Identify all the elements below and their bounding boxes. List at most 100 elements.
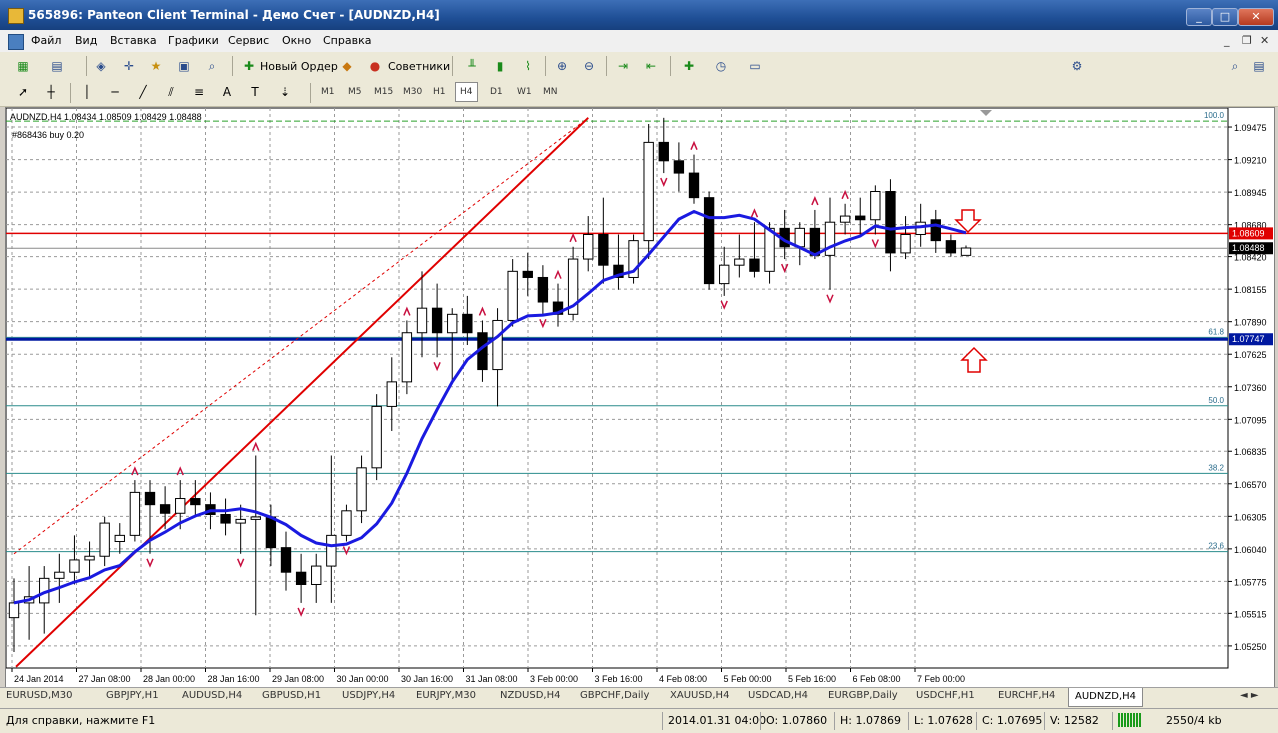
tf-m30[interactable]: M30 <box>399 83 426 101</box>
candle-body <box>326 534 337 567</box>
bar-chart-icon[interactable]: ╨ <box>463 57 481 75</box>
new-chart-icon[interactable]: ▦ <box>14 57 32 75</box>
profiles-icon[interactable]: ▤ <box>48 57 66 75</box>
mdi-minimize-icon[interactable]: _ <box>1224 34 1230 47</box>
menu-insert[interactable]: Вставка <box>110 34 157 47</box>
terminal-icon[interactable]: ▣ <box>175 57 193 75</box>
fibonacci-icon[interactable]: ≡ <box>190 83 208 101</box>
vertical-line-icon[interactable]: │ <box>78 83 96 101</box>
search-icon[interactable]: ⌕ <box>1226 57 1244 75</box>
close-button[interactable]: ✕ <box>1238 8 1274 26</box>
templates-icon[interactable]: ▭ <box>746 57 764 75</box>
chart-tab-eurgbp-daily[interactable]: EURGBP,Daily <box>828 690 898 701</box>
minimize-button[interactable]: _ <box>1186 8 1212 26</box>
tab-scroll-arrows-icon[interactable]: ◄ ► <box>1240 690 1259 701</box>
market-watch-icon[interactable]: ◈ <box>92 57 110 75</box>
drawing-toolbar: ➚ ┼ │ ─ ╱ ⫽ ≡ A T ⇣ M1 M5 M15 M30 H1 H4 … <box>0 80 1278 107</box>
data-window-icon[interactable]: ✛ <box>120 57 138 75</box>
status-bar: Для справки, нажмите F1 2014.01.31 04:00… <box>0 708 1278 733</box>
app-icon <box>8 8 24 24</box>
x-tick-label: 30 Jan 00:00 <box>337 674 389 684</box>
indicators-icon[interactable]: ✚ <box>680 57 698 75</box>
tf-h4[interactable]: H4 <box>455 82 478 102</box>
chart-tab-gbpjpy-h1[interactable]: GBPJPY,H1 <box>106 690 159 701</box>
candlestick-icon[interactable]: ▮ <box>491 57 509 75</box>
equidistant-channel-icon[interactable]: ⫽ <box>162 83 180 101</box>
chart-tab-eurusd-m30[interactable]: EURUSD,M30 <box>6 690 72 701</box>
maximize-button[interactable]: □ <box>1212 8 1238 26</box>
separator <box>976 712 977 730</box>
crosshair-icon[interactable]: ┼ <box>42 83 60 101</box>
chart-tab-audusd-h4[interactable]: AUDUSD,H4 <box>182 690 242 701</box>
horizontal-line-icon[interactable]: ─ <box>106 83 124 101</box>
periods-icon[interactable]: ◷ <box>712 57 730 75</box>
chart-tab-usdjpy-h4[interactable]: USDJPY,H4 <box>342 690 395 701</box>
separator <box>908 712 909 730</box>
candle-body <box>220 513 231 524</box>
y-tick-label: 1.05775 <box>1234 577 1267 587</box>
advisors-icon[interactable]: ● <box>366 57 384 75</box>
fib-level-label: 38.2 <box>1208 463 1224 472</box>
menu-view[interactable]: Вид <box>75 34 97 47</box>
y-tick-label: 1.06040 <box>1234 545 1267 555</box>
chart-tab-audnzd-h4[interactable]: AUDNZD,H4 <box>1068 688 1143 707</box>
tf-m5[interactable]: M5 <box>344 83 366 101</box>
navigator-icon[interactable]: ★ <box>147 57 165 75</box>
metaeditor-icon[interactable]: ◆ <box>338 57 356 75</box>
x-tick-label: 30 Jan 16:00 <box>401 674 453 684</box>
trend-line-icon[interactable]: ╱ <box>134 83 152 101</box>
y-tick-label: 1.06570 <box>1234 480 1267 490</box>
chart-tab-usdchf-h1[interactable]: USDCHF,H1 <box>916 690 975 701</box>
status-high: H: 1.07869 <box>840 714 901 727</box>
chart-tab-gbpchf-daily[interactable]: GBPCHF,Daily <box>580 690 649 701</box>
menu-tools[interactable]: Сервис <box>228 34 269 47</box>
tf-d1[interactable]: D1 <box>486 83 507 101</box>
tf-mn[interactable]: MN <box>539 83 562 101</box>
new-order-button[interactable]: Новый Ордер <box>260 60 338 73</box>
chart-tab-nzdusd-h4[interactable]: NZDUSD,H4 <box>500 690 560 701</box>
y-tick-label: 1.06835 <box>1234 447 1267 457</box>
auto-scroll-icon[interactable]: ⇥ <box>614 57 632 75</box>
chart-tab-xauusd-h4[interactable]: XAUUSD,H4 <box>670 690 729 701</box>
chart-tabs-bar: EURUSD,M30 GBPJPY,H1 AUDUSD,H4 GBPUSD,H1 USD… <box>0 687 1278 708</box>
menu-window[interactable]: Окно <box>282 34 311 47</box>
price-chart[interactable]: 1.094751.092101.089451.086801.084201.081… <box>6 108 1274 688</box>
candle-body <box>522 270 533 278</box>
candle-body <box>492 319 503 371</box>
document-icon[interactable] <box>8 34 24 50</box>
chart-shift-icon[interactable]: ⇤ <box>642 57 660 75</box>
text-icon[interactable]: A <box>218 83 236 101</box>
text-label-icon[interactable]: T <box>246 83 264 101</box>
advisors-button[interactable]: Советники <box>388 60 450 73</box>
line-chart-icon[interactable]: ⌇ <box>519 57 537 75</box>
chart-tab-gbpusd-h1[interactable]: GBPUSD,H1 <box>262 690 321 701</box>
menu-file[interactable]: Файл <box>31 34 61 47</box>
arrows-icon[interactable]: ⇣ <box>276 83 294 101</box>
tf-m15[interactable]: M15 <box>370 83 397 101</box>
mdi-close-icon[interactable]: ✕ <box>1260 34 1269 47</box>
cursor-icon[interactable]: ➚ <box>14 83 32 101</box>
zoom-out-icon[interactable]: ⊖ <box>580 57 598 75</box>
x-tick-label: 27 Jan 08:00 <box>79 674 131 684</box>
help-icon[interactable]: ▤ <box>1250 57 1268 75</box>
tf-h1[interactable]: H1 <box>429 83 450 101</box>
status-volume: V: 12582 <box>1050 714 1099 727</box>
separator <box>670 56 671 76</box>
menu-charts[interactable]: Графики <box>168 34 219 47</box>
tf-m1[interactable]: M1 <box>317 83 339 101</box>
menu-help[interactable]: Справка <box>323 34 371 47</box>
chart-tab-eurjpy-m30[interactable]: EURJPY,M30 <box>416 690 476 701</box>
mdi-restore-icon[interactable]: ❐ <box>1242 34 1252 47</box>
chart-tab-eurchf-h4[interactable]: EURCHF,H4 <box>998 690 1055 701</box>
chart-window[interactable]: 1.09475 1.09210 1.08945 1.08680 1.08420 1.081… <box>5 107 1275 689</box>
tf-w1[interactable]: W1 <box>513 83 536 101</box>
status-help-text: Для справки, нажмите F1 <box>6 714 156 727</box>
fib-level-label: 61.8 <box>1208 327 1224 336</box>
y-tick-label: 1.05515 <box>1234 609 1267 619</box>
zoom-in-icon[interactable]: ⊕ <box>553 57 571 75</box>
settings-gear-icon[interactable]: ⚙ <box>1068 57 1086 75</box>
strategy-tester-icon[interactable]: ⌕ <box>203 57 221 75</box>
new-order-icon[interactable]: ✚ <box>240 57 258 75</box>
chart-tab-usdcad-h4[interactable]: USDCAD,H4 <box>748 690 808 701</box>
candle-body <box>764 227 775 272</box>
